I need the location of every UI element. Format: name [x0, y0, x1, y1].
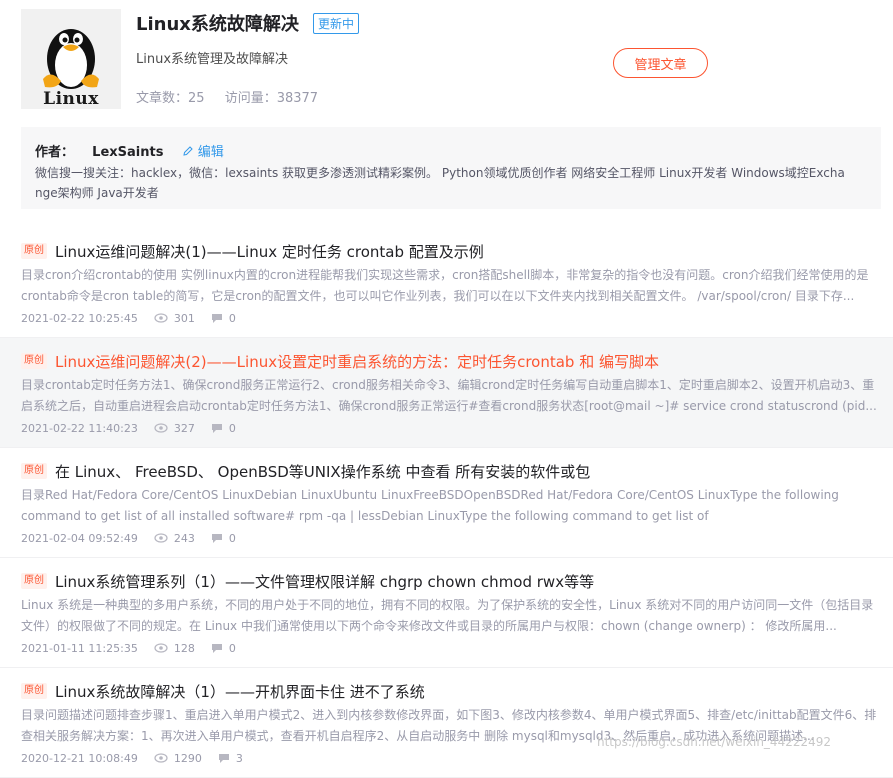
article-item[interactable]: 原创 Linux运维问题解决(2)——Linux设置定时重启系统的方法：定时任务… — [0, 338, 893, 448]
comment-count: 0 — [228, 421, 236, 435]
status-badge: 更新中 — [312, 12, 359, 34]
article-title-row: 原创 在 Linux、 FreeBSD、 OpenBSD等UNIX操作系统 中查… — [21, 459, 881, 483]
watermark: https://blog.csdn.net/weixin_44222492 — [597, 735, 832, 749]
manage-articles-button[interactable]: 管理文章 — [613, 48, 708, 78]
comment-icon — [211, 423, 222, 433]
pencil-icon — [182, 146, 193, 156]
original-tag: 原创 — [21, 353, 47, 369]
author-line: 作者： LexSaints 编辑 — [35, 141, 867, 160]
article-item[interactable]: 原创 在 Linux、 FreeBSD、 OpenBSD等UNIX操作系统 中查… — [0, 448, 893, 558]
article-excerpt: Linux 系统是一种典型的多用户系统，不同的用户处于不同的地位，拥有不同的权限… — [21, 598, 874, 633]
author-bio-line: 微信搜一搜关注：hacklex，微信：lexsaints 获取更多渗透测试精彩案… — [35, 166, 845, 180]
article-meta: 2021-02-04 09:52:49 243 0 — [21, 530, 881, 546]
eye-icon — [154, 643, 168, 653]
article-title[interactable]: Linux运维问题解决(1)——Linux 定时任务 crontab 配置及示例 — [55, 241, 484, 262]
comment-icon — [211, 643, 222, 653]
view-count: 243 — [173, 531, 195, 545]
original-tag: 原创 — [21, 683, 47, 699]
column-cover-image: Linux — [21, 9, 121, 109]
author-info-box: 作者： LexSaints 编辑 微信搜一搜关注：hacklex，微信：lexs… — [21, 127, 881, 209]
comment-count: 0 — [228, 641, 236, 655]
article-date: 2021-01-11 11:25:35 — [21, 641, 138, 655]
view-count: 1290 — [173, 751, 202, 765]
article-excerpt: 目录cron介绍crontab的使用 实例linux内置的cron进程能帮我们实… — [21, 268, 869, 303]
article-item[interactable]: 原创 Linux系统管理系列（1）——文件管理权限详解 chgrp chown … — [0, 558, 893, 668]
article-meta: 2021-02-22 11:40:23 327 0 — [21, 420, 881, 436]
author-name[interactable]: LexSaints — [92, 145, 163, 160]
article-title-row: 原创 Linux运维问题解决(2)——Linux设置定时重启系统的方法：定时任务… — [21, 349, 881, 373]
edit-link[interactable]: 编辑 — [182, 145, 224, 160]
view-count: 128 — [173, 641, 195, 655]
article-date: 2021-02-22 10:25:45 — [21, 311, 138, 325]
edit-label: 编辑 — [197, 145, 224, 160]
article-title-row: 原创 Linux系统管理系列（1）——文件管理权限详解 chgrp chown … — [21, 569, 881, 593]
view-count: 301 — [173, 311, 195, 325]
eye-icon — [154, 313, 168, 323]
article-excerpt: 目录crontab定时任务方法1、确保crond服务正常运行2、crond服务相… — [21, 378, 877, 413]
article-date: 2020-12-21 10:08:49 — [21, 751, 138, 765]
original-tag: 原创 — [21, 243, 47, 259]
article-excerpt: 目录Red Hat/Fedora Core/CentOS LinuxDebian… — [21, 488, 839, 523]
column-stats: 文章数：25 访问量：38377 — [136, 87, 334, 106]
original-tag: 原创 — [21, 573, 47, 589]
author-bio: 微信搜一搜关注：hacklex，微信：lexsaints 获取更多渗透测试精彩案… — [35, 163, 867, 203]
article-date: 2021-02-22 11:40:23 — [21, 421, 138, 435]
eye-icon — [154, 423, 168, 433]
column-description: Linux系统管理及故障解决 — [136, 52, 289, 67]
visit-count: 访问量：38377 — [224, 91, 319, 106]
article-item[interactable]: 原创 Linux运维问题解决(1)——Linux 定时任务 crontab 配置… — [0, 228, 893, 338]
column-title: Linux系统故障解决 — [136, 14, 299, 35]
article-meta: 2020-12-21 10:08:49 1290 3 — [21, 750, 881, 766]
article-title-row: 原创 Linux运维问题解决(1)——Linux 定时任务 crontab 配置… — [21, 239, 881, 263]
article-title[interactable]: Linux系统故障解决（1）——开机界面卡住 进不了系统 — [55, 681, 425, 702]
article-item[interactable]: 原创 Linux系统故障解决（1）——开机界面卡住 进不了系统 目录问题描述问题… — [0, 668, 893, 778]
comment-icon — [211, 313, 222, 323]
column-title-row: Linux系统故障解决 更新中 — [136, 10, 359, 36]
article-title[interactable]: Linux运维问题解决(2)——Linux设置定时重启系统的方法：定时任务cro… — [55, 351, 659, 372]
article-date: 2021-02-04 09:52:49 — [21, 531, 138, 545]
original-tag: 原创 — [21, 463, 47, 479]
author-label: 作者： — [35, 145, 75, 160]
article-title[interactable]: 在 Linux、 FreeBSD、 OpenBSD等UNIX操作系统 中查看 所… — [55, 461, 590, 482]
article-title-row: 原创 Linux系统故障解决（1）——开机界面卡住 进不了系统 — [21, 679, 881, 703]
comment-icon — [211, 533, 222, 543]
article-count: 文章数：25 — [136, 91, 205, 106]
article-meta: 2021-02-22 10:25:45 301 0 — [21, 310, 881, 326]
cover-logo-text: Linux — [43, 89, 99, 109]
eye-icon — [154, 533, 168, 543]
comment-icon — [218, 753, 229, 763]
comment-count: 0 — [228, 531, 236, 545]
article-title[interactable]: Linux系统管理系列（1）——文件管理权限详解 chgrp chown chm… — [55, 571, 594, 592]
eye-icon — [154, 753, 168, 763]
article-list: 原创 Linux运维问题解决(1)——Linux 定时任务 crontab 配置… — [0, 228, 893, 778]
comment-count: 0 — [228, 311, 236, 325]
view-count: 327 — [173, 421, 195, 435]
comment-count: 3 — [235, 751, 243, 765]
column-header: Linux Linux系统故障解决 更新中 Linux系统管理及故障解决 文章数… — [0, 0, 893, 120]
article-meta: 2021-01-11 11:25:35 128 0 — [21, 640, 881, 656]
author-bio-line: nge架构师 Java开发者 — [35, 186, 159, 200]
